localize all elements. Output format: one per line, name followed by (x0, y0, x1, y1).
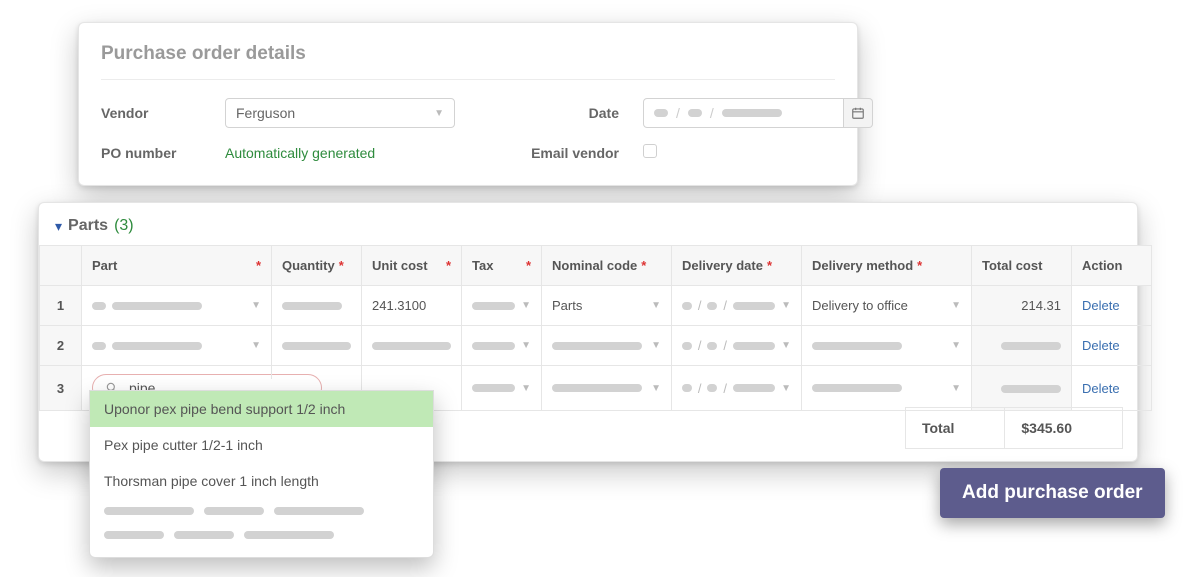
tax-select[interactable]: ▼ (472, 340, 531, 351)
autocomplete-option[interactable] (90, 523, 433, 547)
nominal-select[interactable]: ▼ (552, 383, 661, 394)
delivery-method-select[interactable]: Delivery to office▼ (812, 298, 961, 313)
nominal-select[interactable]: ▼ (552, 340, 661, 351)
nominal-select[interactable]: Parts▼ (552, 298, 661, 313)
vendor-label: Vendor (101, 105, 201, 121)
row-total: 214.31 (1021, 298, 1061, 313)
total-label: Total (906, 408, 1005, 448)
part-select[interactable]: ▼ (92, 340, 261, 351)
delete-link[interactable]: Delete (1082, 338, 1120, 353)
autocomplete-option[interactable]: Thorsman pipe cover 1 inch length (90, 463, 433, 499)
row-number: 1 (40, 286, 82, 326)
delivery-method-select[interactable]: ▼ (812, 340, 961, 351)
qty-input[interactable] (282, 302, 351, 310)
email-vendor-label: Email vendor (479, 145, 619, 161)
col-nominal: Nominal code (552, 258, 637, 273)
col-totalcost: Total cost (982, 258, 1042, 273)
row-number: 3 (40, 366, 82, 411)
collapse-toggle[interactable]: ▾ (55, 218, 62, 235)
parts-heading: Parts (68, 217, 108, 235)
po-number-value: Automatically generated (225, 145, 455, 161)
delivery-method-value: Delivery to office (812, 298, 908, 313)
table-row: 1 ▼ 241.3100 ▼ Parts▼ //▼ Delivery to of… (40, 286, 1152, 326)
tax-select[interactable]: ▼ (472, 300, 531, 311)
vendor-value: Ferguson (236, 105, 295, 121)
nominal-value: Parts (552, 298, 582, 313)
autocomplete-option[interactable]: Uponor pex pipe bend support 1/2 inch (90, 391, 433, 427)
autocomplete-option[interactable]: Pex pipe cutter 1/2-1 inch (90, 427, 433, 463)
chevron-down-icon: ▾ (55, 218, 62, 234)
col-part: Part (92, 258, 117, 273)
table-row: 2 ▼ ▼ ▼ //▼ ▼ Delete (40, 326, 1152, 366)
delivery-date-select[interactable]: //▼ (682, 338, 791, 353)
tax-select[interactable]: ▼ (472, 383, 531, 394)
col-tax: Tax (472, 258, 493, 273)
part-select[interactable]: ▼ (92, 300, 261, 311)
parts-count: (3) (114, 217, 134, 235)
unit-cost-input[interactable] (372, 342, 451, 350)
add-purchase-order-button[interactable]: Add purchase order (940, 468, 1165, 518)
delivery-date-select[interactable]: //▼ (682, 298, 791, 313)
row-total (1001, 342, 1061, 350)
row-number: 2 (40, 326, 82, 366)
chevron-down-icon: ▼ (434, 108, 444, 119)
delete-link[interactable]: Delete (1082, 298, 1120, 313)
col-delmethod: Delivery method (812, 258, 913, 273)
parts-table: Part* Quantity* Unit cost* Tax* Nominal … (39, 245, 1152, 411)
col-action: Action (1082, 258, 1122, 273)
col-deldate: Delivery date (682, 258, 763, 273)
total-value: $345.60 (1005, 408, 1122, 448)
vendor-select[interactable]: Ferguson ▼ (225, 98, 455, 128)
qty-input[interactable] (282, 342, 351, 350)
col-unitcost: Unit cost (372, 258, 428, 273)
part-autocomplete-menu: Uponor pex pipe bend support 1/2 inch Pe… (89, 390, 434, 558)
po-details-heading: Purchase order details (101, 43, 835, 80)
row-total (1001, 385, 1061, 393)
total-box: Total $345.60 (905, 407, 1123, 449)
delete-link[interactable]: Delete (1082, 381, 1120, 396)
po-details-panel: Purchase order details Vendor Ferguson ▼… (78, 22, 858, 186)
po-number-label: PO number (101, 145, 201, 161)
date-label: Date (479, 105, 619, 121)
delivery-date-select[interactable]: //▼ (682, 381, 791, 396)
delivery-method-select[interactable]: ▼ (812, 383, 961, 394)
autocomplete-option[interactable] (90, 499, 433, 523)
unit-cost: 241.3100 (372, 298, 426, 313)
date-input[interactable]: // (643, 98, 844, 128)
calendar-icon (851, 106, 865, 120)
calendar-button[interactable] (844, 98, 873, 128)
email-vendor-checkbox[interactable] (643, 144, 657, 158)
col-qty: Quantity (282, 258, 335, 273)
